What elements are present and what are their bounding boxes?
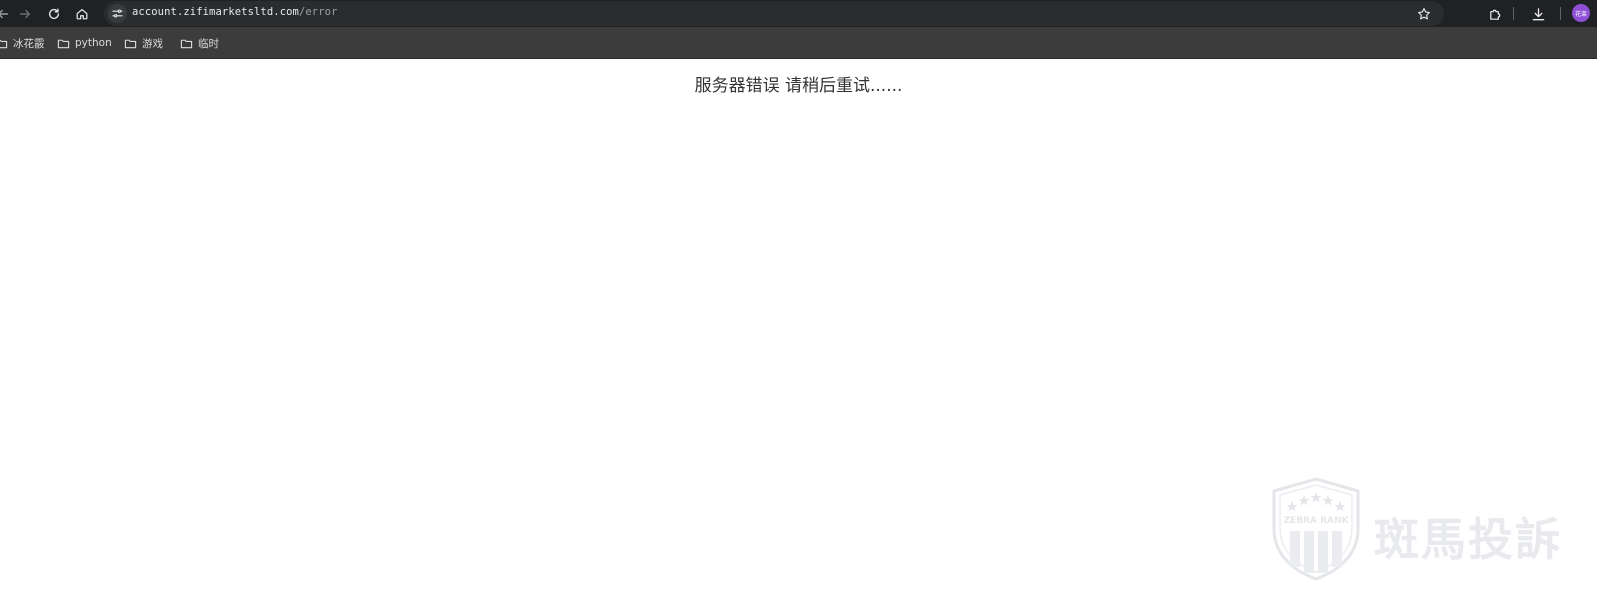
watermark-brand-cn: 斑馬投訴 (1374, 513, 1563, 566)
home-icon (76, 9, 88, 20)
watermark: ZEBRA RANK 斑馬投訴 (1270, 477, 1590, 581)
address-bar[interactable]: account.zifimarketsltd.com/error (104, 1, 1444, 26)
star-icon (1418, 8, 1430, 20)
bookmark-folder[interactable]: 冰花霰 (0, 35, 45, 51)
extensions-button[interactable] (1486, 5, 1504, 23)
bookmark-label: 冰花霰 (13, 37, 45, 50)
url-path: /error (298, 6, 338, 18)
bookmark-folder[interactable]: python (57, 35, 112, 51)
toolbar-divider (1513, 7, 1514, 20)
profile-avatar[interactable]: 花束 (1572, 4, 1590, 22)
bookmarks-bar: 冰花霰 python 游戏 临时 (0, 27, 1597, 59)
folder-icon (57, 39, 70, 48)
site-info-button[interactable] (108, 4, 127, 23)
star-icon (1286, 492, 1346, 512)
reload-icon (48, 8, 60, 19)
bookmark-folder[interactable]: 游戏 (124, 35, 163, 51)
toolbar-divider (1560, 7, 1561, 20)
bookmark-label: 临时 (198, 37, 219, 50)
download-icon (1532, 7, 1544, 20)
bookmark-star-button[interactable] (1416, 6, 1432, 22)
watermark-brand-en: ZEBRA RANK (1284, 516, 1350, 526)
tune-icon (112, 9, 123, 18)
url-host: account.zifimarketsltd.com (132, 6, 299, 18)
folder-icon (180, 39, 193, 48)
page-content: 服务器错误 请稍后重试...... ZEBRA RANK 斑馬投訴 (0, 59, 1597, 600)
browser-toolbar: account.zifimarketsltd.com/error 花束 (0, 0, 1597, 27)
arrow-left-icon (0, 9, 9, 19)
bookmark-label: python (75, 37, 112, 49)
folder-icon (124, 39, 137, 48)
folder-icon (0, 39, 8, 48)
forward-button[interactable] (14, 3, 36, 25)
url-text[interactable]: account.zifimarketsltd.com/error (132, 6, 338, 18)
back-button[interactable] (0, 3, 14, 25)
puzzle-icon (1489, 9, 1500, 20)
bookmark-folder[interactable]: 临时 (180, 35, 219, 51)
downloads-button[interactable] (1529, 5, 1547, 23)
error-message: 服务器错误 请稍后重试...... (694, 76, 903, 96)
home-button[interactable] (71, 3, 93, 25)
bookmark-label: 游戏 (142, 37, 163, 50)
shield-logo-icon: ZEBRA RANK (1272, 477, 1360, 581)
arrow-right-icon (19, 9, 31, 19)
reload-button[interactable] (43, 3, 65, 25)
